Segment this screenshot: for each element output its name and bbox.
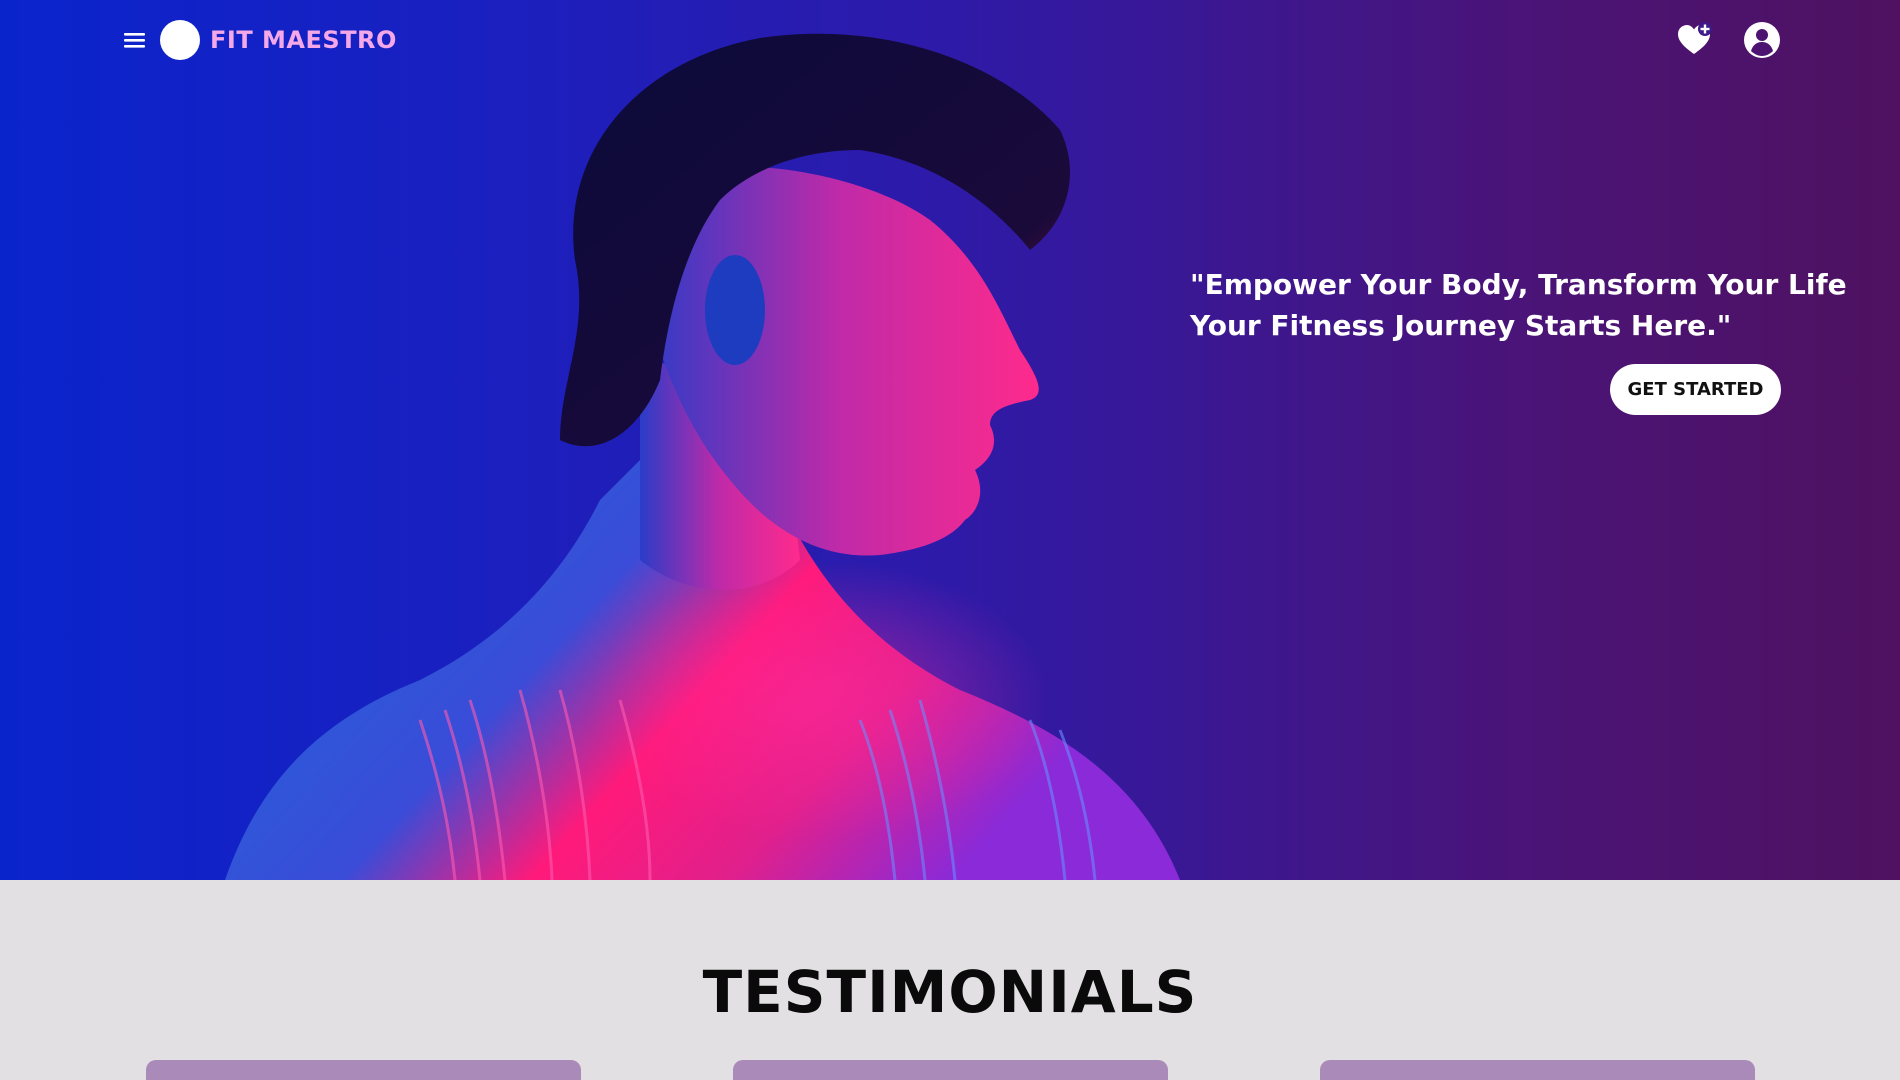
hamburger-menu-icon[interactable]	[120, 28, 150, 52]
testimonials-title: TESTIMONIALS	[702, 958, 1198, 1026]
heart-plus-icon[interactable]	[1674, 20, 1714, 60]
top-navbar: FIT MAESTRO	[0, 0, 1900, 80]
hero-image	[225, 33, 1180, 880]
testimonial-card[interactable]	[733, 1060, 1168, 1080]
brand-logo[interactable]	[160, 20, 200, 60]
hamburger-menu-icon-graphic	[124, 33, 145, 48]
testimonial-card[interactable]	[146, 1060, 581, 1080]
testimonial-card[interactable]	[1320, 1060, 1755, 1080]
hero-tagline-line2: Your Fitness Journey Starts Here."	[1190, 309, 1732, 342]
user-circle-icon-graphic	[1744, 22, 1780, 58]
hero-tagline-line1: "Empower Your Body, Transform Your Life	[1190, 268, 1847, 301]
hero-tagline: "Empower Your Body, Transform Your Life …	[1190, 264, 1847, 346]
heart-plus-icon-graphic	[1678, 22, 1712, 54]
hero-section: FIT MAESTRO "Empower Your Body, Transfor…	[0, 0, 1900, 880]
brand-name[interactable]: FIT MAESTRO	[210, 26, 397, 54]
user-circle-icon[interactable]	[1742, 20, 1782, 60]
get-started-button[interactable]: GET STARTED	[1610, 364, 1781, 415]
